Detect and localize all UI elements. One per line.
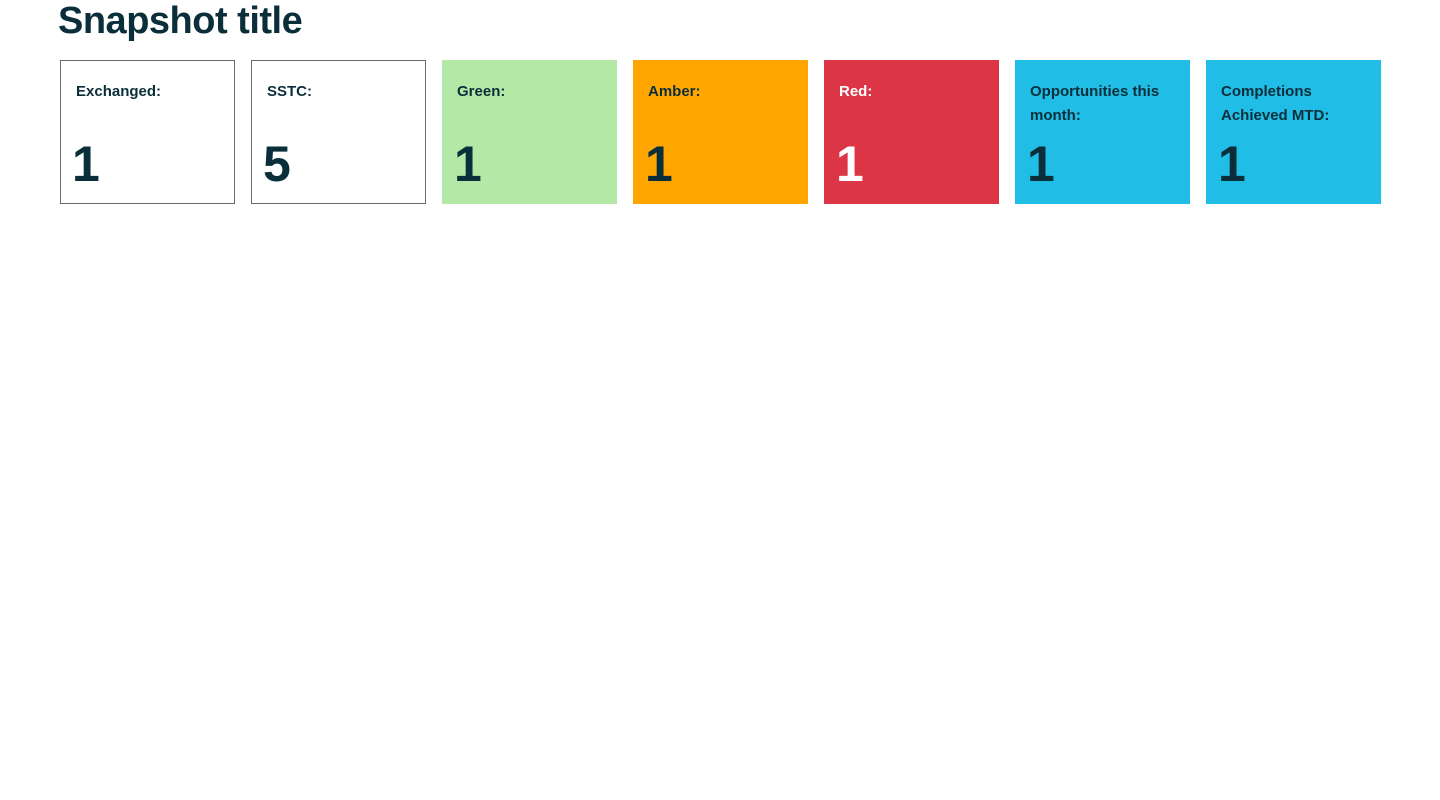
card-value: 1 xyxy=(1027,136,1055,192)
card-green: Green: 1 xyxy=(442,60,617,204)
card-opportunities-this-month: Opportunities this month: 1 xyxy=(1015,60,1190,204)
card-label: Exchanged: xyxy=(76,83,162,100)
card-label: Opportunities this month: xyxy=(1030,83,1160,124)
page-title: Snapshot title xyxy=(58,0,303,42)
card-completions-achieved-mtd: Completions Achieved MTD: 1 xyxy=(1206,60,1381,204)
card-value: 1 xyxy=(836,136,864,192)
card-label: Completions Achieved MTD: xyxy=(1221,83,1330,124)
card-label: Green: xyxy=(457,83,506,100)
card-label: Amber: xyxy=(648,83,701,100)
card-value: 5 xyxy=(263,136,291,192)
card-value: 1 xyxy=(454,136,482,192)
card-red: Red: 1 xyxy=(824,60,999,204)
card-value: 1 xyxy=(72,136,100,192)
card-label: Red: xyxy=(839,83,873,100)
stat-cards-row: Exchanged: 1 SSTC: 5 Green: 1 Amber: 1 R… xyxy=(60,60,1381,204)
card-amber: Amber: 1 xyxy=(633,60,808,204)
card-value: 1 xyxy=(1218,136,1246,192)
card-value: 1 xyxy=(645,136,673,192)
card-exchanged: Exchanged: 1 xyxy=(60,60,235,204)
snapshot-page: Snapshot title Exchanged: 1 SSTC: 5 Gree… xyxy=(0,0,1440,800)
card-label: SSTC: xyxy=(267,83,312,100)
card-sstc: SSTC: 5 xyxy=(251,60,426,204)
